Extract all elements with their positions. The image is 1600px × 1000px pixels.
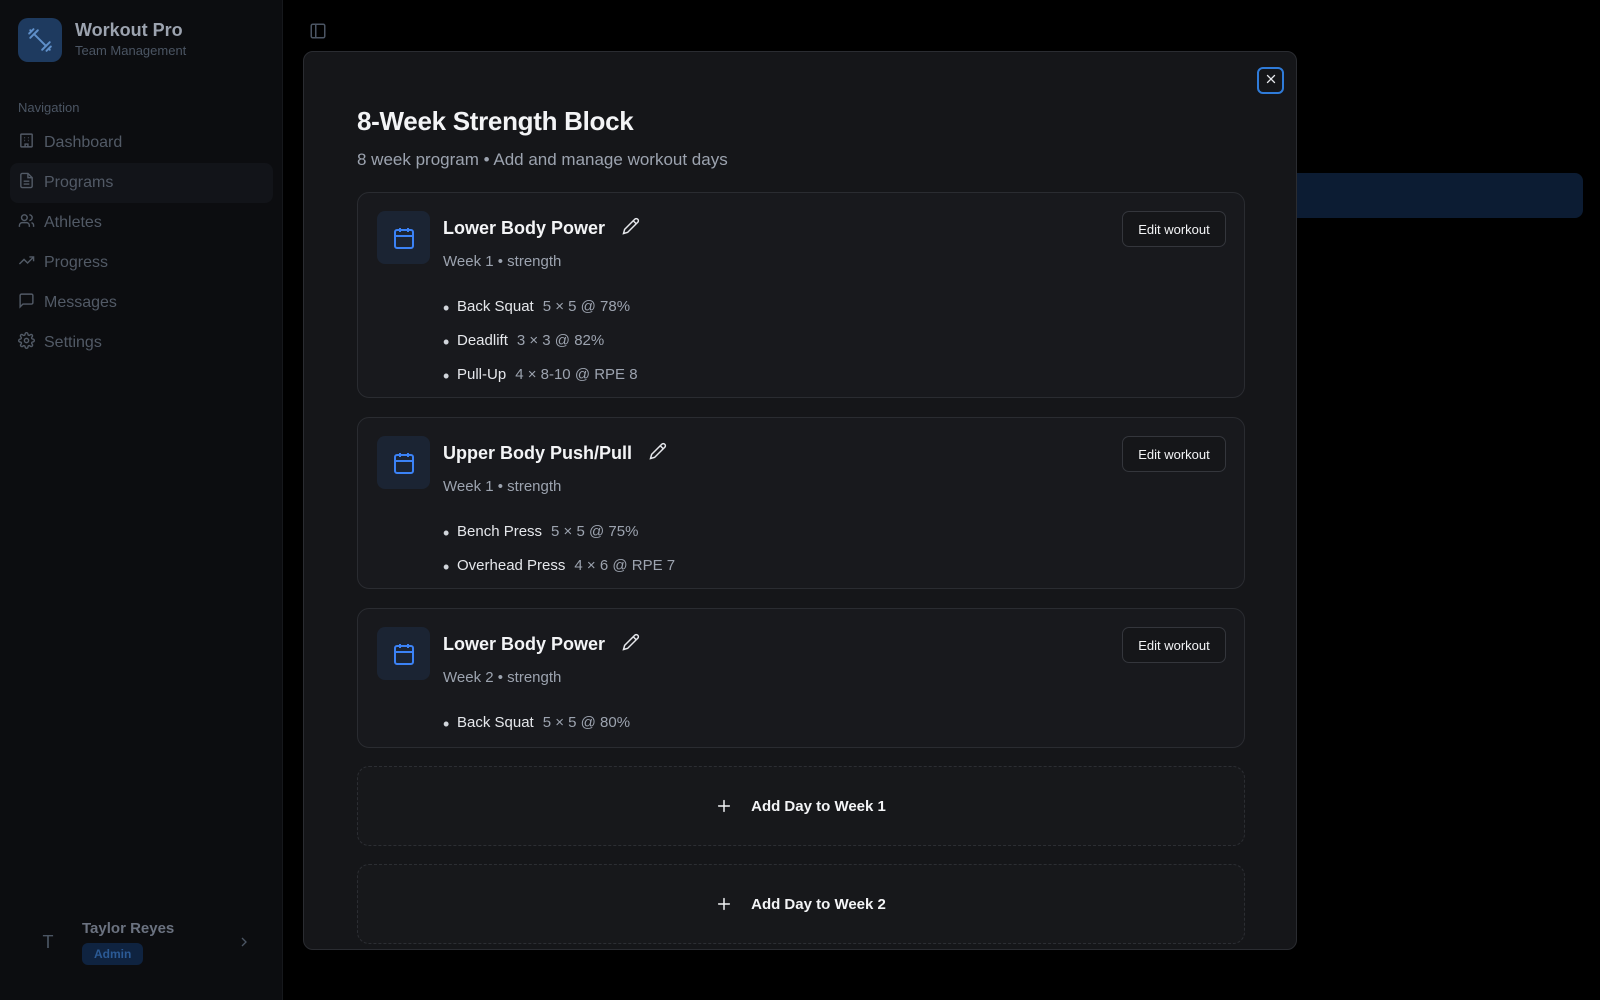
exercise-name: Pull-Up [457, 365, 507, 383]
add-day-week-2-button[interactable]: Add Day to Week 2 [357, 864, 1245, 944]
chevron-right-icon [236, 934, 252, 955]
plus-icon [716, 896, 732, 912]
app-name: Workout Pro [75, 20, 183, 40]
dialog-title: 8-Week Strength Block [357, 106, 634, 136]
document-icon [18, 172, 44, 194]
nav-heading: Navigation [18, 100, 80, 115]
workout-day-card: Upper Body Push/Pull Week 1 • strength •… [357, 417, 1245, 589]
workout-day-card: Lower Body Power Week 2 • strength • Back… [357, 608, 1245, 748]
dashboard-icon [18, 132, 44, 154]
workout-day-meta: Week 1 • strength [443, 253, 562, 270]
sidebar-item-label: Settings [44, 334, 102, 351]
calendar-icon [377, 627, 430, 680]
exercise-list: • Back Squat 5 × 5 @ 78% • Deadlift 3 × 3 @ … [443, 289, 638, 391]
add-day-label: Add Day to Week 1 [751, 797, 886, 815]
workout-day-name: Lower Body Power [443, 634, 606, 654]
add-day-label: Add Day to Week 2 [751, 895, 886, 913]
close-icon [1265, 72, 1277, 90]
pencil-icon [649, 442, 667, 465]
workout-day-meta: Week 2 • strength [443, 669, 562, 686]
exercise-detail: 4 × 6 @ RPE 7 [574, 556, 676, 574]
exercise-name: Deadlift [457, 331, 508, 349]
exercise-list: • Bench Press 5 × 5 @ 75% • Overhead Press 4… [443, 514, 675, 582]
sidebar-item-settings[interactable]: Settings [10, 323, 273, 363]
exercise-detail: 5 × 5 @ 75% [551, 522, 639, 540]
trending-up-icon [18, 252, 44, 274]
sidebar-item-label: Dashboard [44, 134, 123, 151]
exercise-detail: 5 × 5 @ 80% [542, 713, 631, 731]
exercise-name: Overhead Press [457, 556, 566, 574]
exercise-name: Back Squat [457, 297, 534, 315]
exercise-item: • Pull-Up 4 × 8-10 @ RPE 8 [443, 365, 638, 386]
dialog-subtitle: 8 week program • Add and manage workout … [357, 150, 728, 169]
sidebar-item-label: Progress [44, 254, 109, 271]
exercise-detail: 3 × 3 @ 82% [516, 331, 605, 349]
sidebar-item-programs[interactable]: Programs [10, 163, 273, 203]
gear-icon [18, 332, 44, 354]
brand: Workout Pro Team Management [18, 18, 186, 62]
workout-day-name: Lower Body Power [443, 218, 606, 238]
exercise-item: • Bench Press 5 × 5 @ 75% [443, 522, 639, 543]
sidebar-item-progress[interactable]: Progress [10, 243, 273, 283]
edit-workout-button[interactable]: Edit workout [1122, 211, 1226, 247]
workout-day-name: Upper Body Push/Pull [443, 443, 633, 463]
user-menu[interactable]: T Taylor Reyes Admin [26, 920, 256, 965]
workout-day-meta: Week 1 • strength [443, 478, 562, 495]
dumbbell-logo-icon [18, 18, 62, 62]
exercise-item: • Deadlift 3 × 3 @ 82% [443, 331, 605, 352]
sidebar-toggle-icon[interactable] [309, 22, 327, 45]
exercise-item: • Overhead Press 4 × 6 @ RPE 7 [443, 556, 676, 577]
edit-workout-button[interactable]: Edit workout [1122, 627, 1226, 663]
rename-day-button[interactable] [622, 633, 640, 656]
program-dialog: 8-Week Strength Block 8 week program • A… [303, 51, 1297, 950]
exercise-item: • Back Squat 5 × 5 @ 78% [443, 297, 631, 318]
exercise-detail: 5 × 5 @ 78% [542, 297, 631, 315]
message-icon [18, 292, 44, 314]
edit-workout-button[interactable]: Edit workout [1122, 436, 1226, 472]
exercise-detail: 4 × 8-10 @ RPE 8 [515, 365, 638, 383]
workout-day-card: Lower Body Power Week 1 • strength • Back… [357, 192, 1245, 398]
users-icon [18, 212, 44, 234]
role-badge: Admin [82, 943, 144, 965]
avatar: T [42, 932, 54, 952]
rename-day-button[interactable] [622, 217, 640, 240]
sidebar-item-athletes[interactable]: Athletes [10, 203, 273, 243]
calendar-icon [377, 211, 430, 264]
sidebar: Workout Pro Team Management Navigation D… [0, 0, 283, 1000]
sidebar-item-label: Athletes [44, 214, 102, 231]
exercise-list: • Back Squat 5 × 5 @ 80% [443, 705, 630, 739]
app-subtitle: Team Management [75, 43, 187, 58]
sidebar-item-label: Programs [44, 174, 114, 191]
exercise-item: • Back Squat 5 × 5 @ 80% [443, 713, 631, 734]
calendar-icon [377, 436, 430, 489]
add-day-week-1-button[interactable]: Add Day to Week 1 [357, 766, 1245, 846]
sidebar-item-label: Messages [44, 294, 117, 311]
exercise-name: Bench Press [457, 522, 543, 540]
user-name: Taylor Reyes [82, 920, 175, 937]
pencil-icon [622, 217, 640, 240]
rename-day-button[interactable] [649, 442, 667, 465]
workout-days-list[interactable]: Lower Body Power Week 1 • strength • Back… [357, 192, 1245, 949]
pencil-icon [622, 633, 640, 656]
exercise-name: Back Squat [457, 713, 534, 731]
sidebar-item-messages[interactable]: Messages [10, 283, 273, 323]
close-button[interactable] [1257, 67, 1284, 94]
nav-list: Dashboard Programs Athletes Progress Mes… [10, 123, 273, 363]
sidebar-item-dashboard[interactable]: Dashboard [10, 123, 273, 163]
plus-icon [716, 798, 732, 814]
